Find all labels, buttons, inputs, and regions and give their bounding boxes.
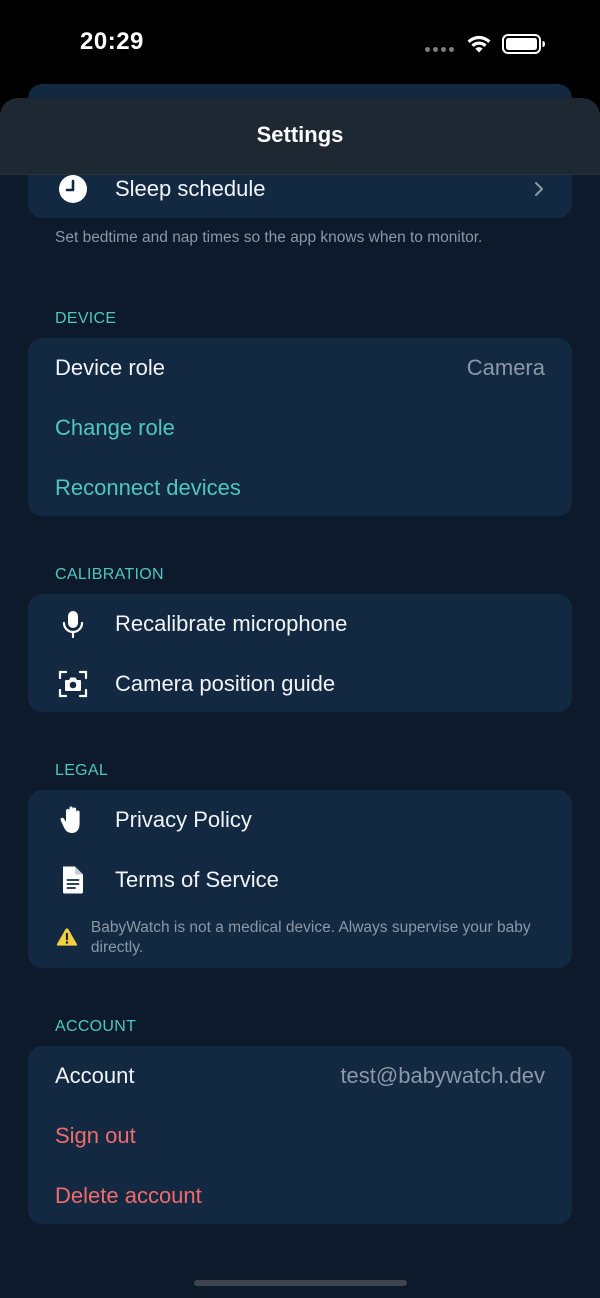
chevron-right-icon [535,182,543,196]
settings-sheet: Settings Sleep schedule Set bedtime and … [0,98,600,1298]
status-bar: 20:29 [0,0,600,90]
section-header-device: DEVICE [55,310,117,327]
microphone-icon [58,609,88,639]
reconnect-devices-label: Reconnect devices [55,475,241,500]
disclaimer-text: BabyWatch is not a medical device. Alway… [90,919,531,956]
cellular-signal-icon [425,47,454,52]
battery-icon [502,34,545,54]
sign-out-button[interactable]: Sign out [28,1106,572,1166]
section-header-account: ACCOUNT [55,1018,137,1035]
wifi-icon [467,35,491,53]
account-label: Account [55,1063,135,1088]
terms-of-service-row[interactable]: Terms of Service [28,850,572,910]
device-card: Device role Camera Change role Reconnect… [28,338,572,516]
recalibrate-microphone-label: Recalibrate microphone [115,611,348,636]
navigation-bar: Settings [0,98,600,175]
warning-icon [56,928,78,946]
calibration-card: Recalibrate microphone Camera position g… [28,594,572,712]
privacy-policy-label: Privacy Policy [115,807,252,832]
sign-out-label: Sign out [55,1123,136,1148]
section-header-legal: LEGAL [55,762,109,779]
account-email-value: test@babywatch.dev [340,1063,545,1088]
status-time: 20:29 [80,28,144,55]
document-icon [58,865,88,895]
legal-card: Privacy Policy Terms of Service BabyWatc… [28,790,572,968]
schedule-footnote: Set bedtime and nap times so the app kno… [55,229,483,246]
account-card: Account test@babywatch.dev Sign out Dele… [28,1046,572,1224]
screen: 20:29 Settings Sleep schedule Set bedtim… [0,0,600,1298]
camera-icon [58,669,88,699]
terms-of-service-label: Terms of Service [115,867,279,892]
delete-account-label: Delete account [55,1183,202,1208]
device-role-value: Camera [466,355,545,380]
medical-disclaimer: BabyWatch is not a medical device. Alway… [56,918,544,958]
account-row: Account test@babywatch.dev [28,1046,572,1106]
section-header-calibration: CALIBRATION [55,566,164,583]
device-role-label: Device role [55,355,166,380]
hand-icon [58,805,88,835]
camera-position-guide-row[interactable]: Camera position guide [28,654,572,714]
privacy-policy-row[interactable]: Privacy Policy [28,790,572,850]
reconnect-devices-button[interactable]: Reconnect devices [28,458,572,518]
change-role-button[interactable]: Change role [28,398,572,458]
sleep-schedule-label: Sleep schedule [115,176,266,201]
delete-account-button[interactable]: Delete account [28,1166,572,1226]
camera-position-guide-label: Camera position guide [115,671,336,696]
clock-icon [58,174,88,204]
change-role-label: Change role [55,415,175,440]
page-title: Settings [256,122,344,147]
device-role-row: Device role Camera [28,338,572,398]
recalibrate-microphone-row[interactable]: Recalibrate microphone [28,594,572,654]
home-indicator[interactable] [194,1280,407,1286]
